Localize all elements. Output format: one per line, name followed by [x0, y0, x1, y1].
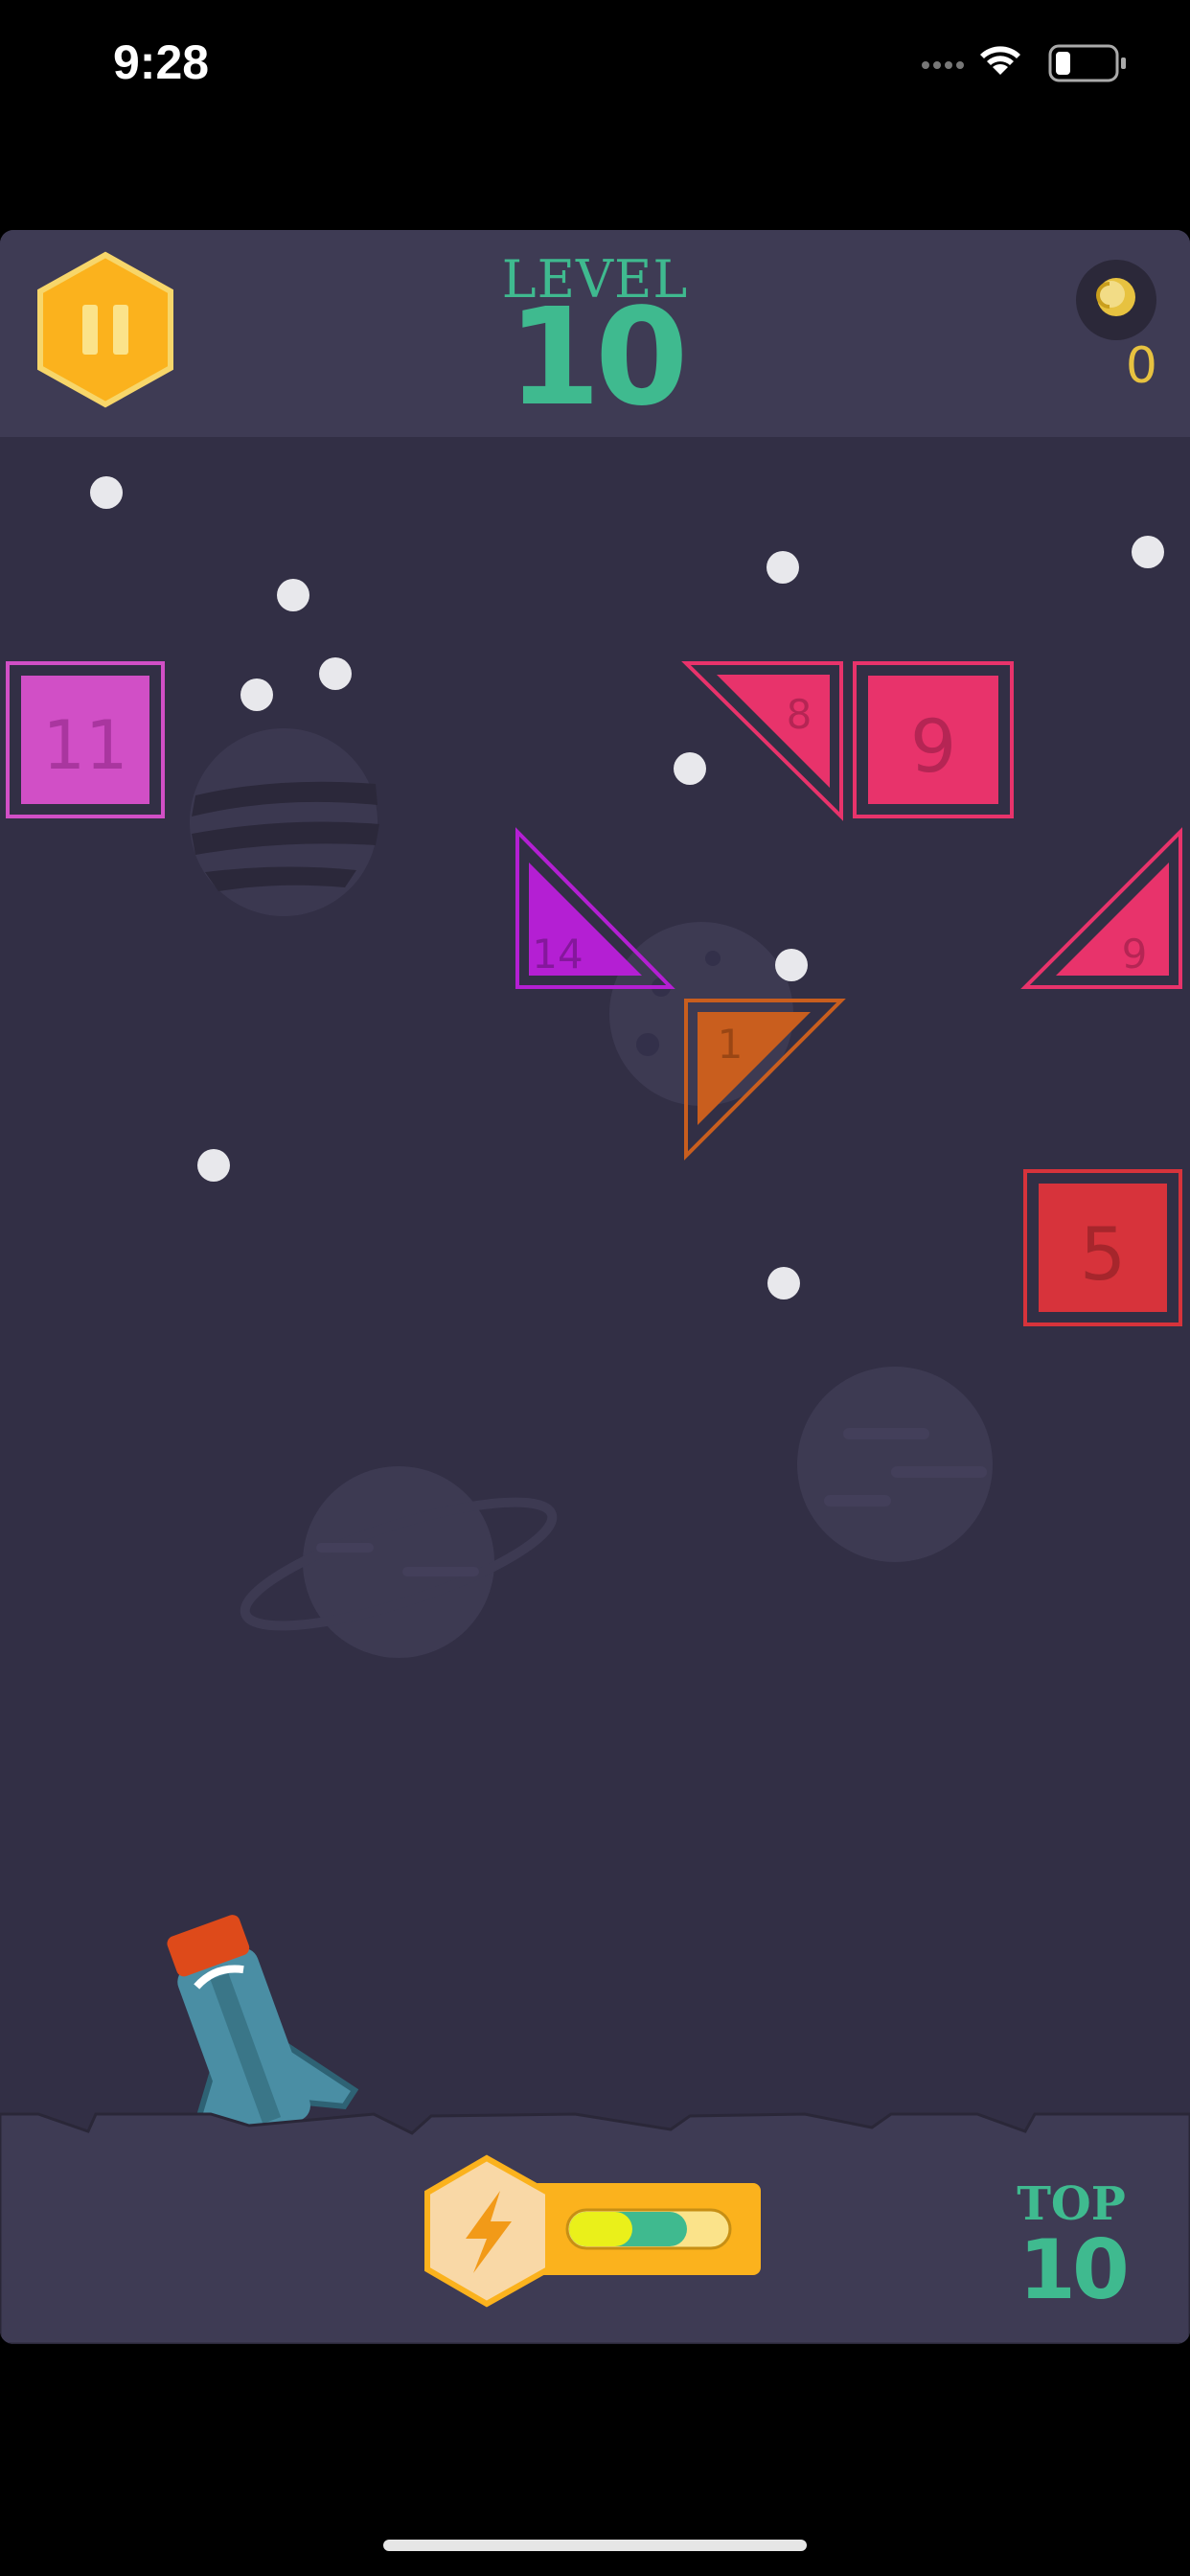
game-screen[interactable]: 11 8 9 14 9 1 5 LEVEL 10 0 TOP 10: [0, 230, 1190, 2344]
block-square-9: 9: [853, 661, 1014, 818]
block-triangle-14: 14: [515, 827, 675, 989]
block-number: 1: [718, 1021, 744, 1068]
signal-dots-icon: [922, 61, 964, 69]
level-number: 10: [507, 280, 689, 436]
top-score-value: 10: [1018, 2222, 1130, 2318]
ball: [240, 678, 273, 711]
ball: [277, 579, 309, 611]
status-icons: [922, 44, 1126, 82]
ball: [775, 949, 808, 981]
block-number: 9: [1122, 931, 1148, 978]
block-number: 8: [787, 691, 812, 738]
ball: [197, 1149, 230, 1182]
planet-ringed-decoration: [240, 1466, 558, 1658]
block-number: 14: [532, 931, 583, 978]
boost-fill-yellow: [569, 2212, 632, 2246]
block-number: 9: [910, 703, 956, 789]
block-square-5: 5: [1023, 1169, 1182, 1326]
boost-meter[interactable]: [423, 2154, 765, 2308]
ball: [767, 551, 799, 584]
status-bar: 9:28: [0, 0, 1190, 134]
planet-striped-decoration: [190, 728, 379, 916]
status-time: 9:28: [113, 35, 210, 89]
block-square-11: 11: [6, 661, 165, 818]
playfield[interactable]: 11 8 9 14 9 1 5: [0, 230, 1190, 2344]
block-number: 11: [42, 706, 127, 785]
block-number: 5: [1080, 1211, 1126, 1297]
block-triangle-9: 9: [1020, 827, 1182, 989]
ball: [767, 1267, 800, 1300]
hud-bar: LEVEL 10 0: [0, 230, 1190, 437]
home-indicator[interactable]: [383, 2540, 807, 2551]
planet-moon-decoration: [797, 1367, 993, 1562]
block-triangle-8: 8: [681, 661, 843, 821]
coin-count: 0: [1125, 337, 1157, 395]
ball: [1132, 536, 1164, 568]
battery-icon: [1048, 44, 1126, 82]
ball: [319, 657, 352, 690]
wifi-icon: [980, 46, 1020, 75]
ball: [90, 476, 123, 509]
block-triangle-1: 1: [684, 999, 846, 1161]
coin-icon: [1076, 260, 1156, 340]
ball: [674, 752, 706, 785]
